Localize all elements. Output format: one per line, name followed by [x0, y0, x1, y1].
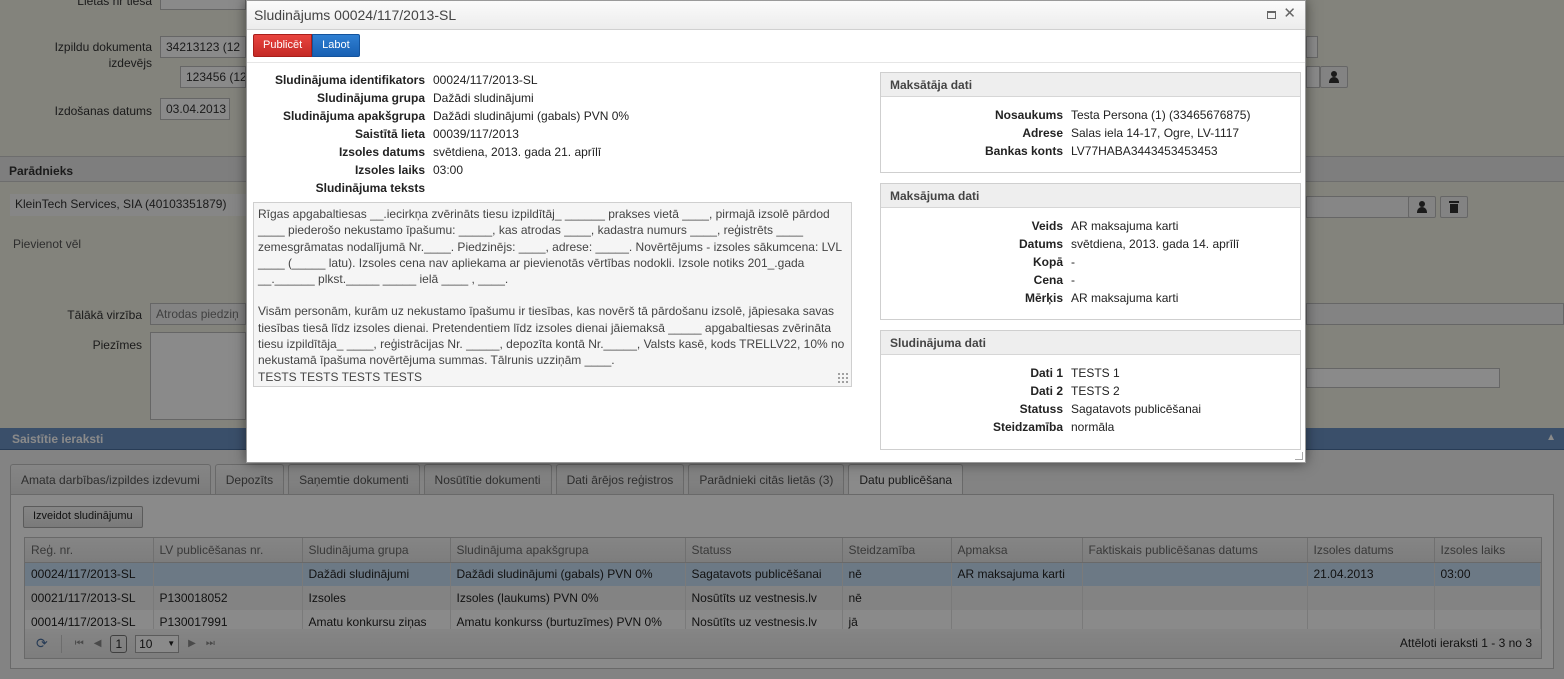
notice-text-row: Sludinājuma teksts [247, 179, 847, 197]
notice-subgroup-row: Sludinājuma apakšgrupa Dažādi sludinājum… [247, 107, 847, 125]
publish-button[interactable]: Publicēt [253, 34, 313, 57]
field-label: Kopā [1033, 255, 1063, 269]
close-icon[interactable]: ✕ [1283, 6, 1296, 21]
payment-total-row: Kopā - [881, 253, 1300, 271]
data-1-row: Dati 1 TESTS 1 [881, 364, 1300, 382]
auction-time-row: Izsoles laiks 03:00 [247, 161, 847, 179]
field-value: - [1071, 255, 1075, 269]
payment-price-row: Cena - [881, 271, 1300, 289]
status-row: Statuss Sagatavots publicēšanai [881, 400, 1300, 418]
field-value: - [1071, 273, 1075, 287]
field-label: Izsoles laiks [354, 163, 425, 177]
notice-text-area[interactable]: Rīgas apgabaltiesas __.iecirkņa zvērināt… [253, 202, 852, 387]
field-label: Bankas konts [984, 144, 1063, 158]
payment-date-row: Datums svētdiena, 2013. gada 14. aprīlī [881, 235, 1300, 253]
urgency-row: Steidzamība normāla [881, 418, 1300, 436]
panel-body: Veids AR maksajuma karti Datums svētdien… [881, 208, 1300, 313]
field-value: 03:00 [433, 163, 464, 177]
edit-button[interactable]: Labot [312, 34, 360, 57]
dialog-resize-handle[interactable] [1295, 452, 1303, 460]
field-label: Dati 1 [1030, 366, 1063, 380]
toolbar-divider [247, 62, 1305, 63]
payer-address-row: Adrese Salas iela 14-17, Ogre, LV-1117 [881, 124, 1300, 142]
field-value: svētdiena, 2013. gada 21. aprīlī [433, 145, 602, 159]
field-label: Sludinājuma apakšgrupa [282, 109, 425, 123]
field-value: Dažādi sludinājumi (gabals) PVN 0% [433, 109, 630, 123]
field-value: TESTS 2 [1071, 384, 1120, 398]
field-label: Statuss [1019, 402, 1063, 416]
field-label: Veids [1031, 219, 1063, 233]
field-value: LV77HABA3443453453453 [1071, 144, 1218, 158]
payer-name-row: Nosaukums Testa Persona (1) (33465676875… [881, 106, 1300, 124]
field-label: Mērķis [1024, 291, 1063, 305]
notice-info: Sludinājuma identifikators 00024/117/201… [247, 71, 847, 197]
data-2-row: Dati 2 TESTS 2 [881, 382, 1300, 400]
field-label: Izsoles datums [338, 145, 425, 159]
notice-text-paragraph: Visām personām, kurām uz nekustamo īpašu… [258, 304, 845, 368]
resize-grip-icon[interactable] [837, 372, 848, 383]
linked-case-link[interactable]: 00039/117/2013 [433, 127, 519, 141]
field-value: normāla [1071, 420, 1115, 434]
payer-data-panel: Maksātāja dati Nosaukums Testa Persona (… [880, 72, 1301, 173]
dialog-toolbar: Publicēt Labot [253, 34, 360, 57]
maximize-icon[interactable] [1267, 11, 1277, 19]
notice-group-row: Sludinājuma grupa Dažādi sludinājumi [247, 89, 847, 107]
field-value: 00024/117/2013-SL [433, 73, 538, 87]
payment-type-row: Veids AR maksajuma karti [881, 217, 1300, 235]
panel-body: Dati 1 TESTS 1 Dati 2 TESTS 2 Statuss Sa… [881, 355, 1300, 442]
notice-text-paragraph: Rīgas apgabaltiesas __.iecirkņa zvērināt… [258, 207, 842, 287]
field-value: svētdiena, 2013. gada 14. aprīlī [1071, 237, 1240, 251]
field-label: Sludinājuma identifikators [274, 73, 425, 87]
linked-case-row: Saistītā lieta 00039/117/2013 [247, 125, 847, 143]
field-label: Steidzamība [992, 420, 1063, 434]
field-label: Sludinājuma grupa [316, 91, 425, 105]
panel-title: Maksātāja dati [881, 73, 1300, 97]
field-label: Sludinājuma teksts [315, 181, 425, 195]
field-label: Datums [1018, 237, 1063, 251]
payer-name-link[interactable]: Testa Persona (1) (33465676875) [1071, 108, 1250, 122]
field-value: Sagatavots publicēšanai [1071, 402, 1202, 416]
field-label: Cena [1033, 273, 1063, 287]
field-label: Adrese [1022, 126, 1063, 140]
dialog-header[interactable]: Sludinājums 00024/117/2013-SL ✕ [247, 1, 1305, 30]
dialog-title: Sludinājums 00024/117/2013-SL [254, 7, 457, 23]
notice-text-paragraph: TESTS TESTS TESTS TESTS [258, 369, 423, 384]
panel-body: Nosaukums Testa Persona (1) (33465676875… [881, 97, 1300, 166]
field-value: Salas iela 14-17, Ogre, LV-1117 [1071, 126, 1240, 140]
notice-id-row: Sludinājuma identifikators 00024/117/201… [247, 71, 847, 89]
payer-bank-account-row: Bankas konts LV77HABA3443453453453 [881, 142, 1300, 160]
payment-data-panel: Maksājuma dati Veids AR maksajuma karti … [880, 183, 1301, 320]
field-label: Dati 2 [1030, 384, 1063, 398]
field-value: AR maksajuma karti [1071, 219, 1179, 233]
panel-title: Maksājuma dati [881, 184, 1300, 208]
dialog-controls: ✕ [1267, 6, 1296, 21]
notice-dialog: Sludinājums 00024/117/2013-SL ✕ Publicēt… [246, 0, 1306, 463]
field-value: AR maksajuma karti [1071, 291, 1179, 305]
field-label: Nosaukums [994, 108, 1063, 122]
panel-title: Sludinājuma dati [881, 331, 1300, 355]
field-value: TESTS 1 [1071, 366, 1120, 380]
field-label: Saistītā lieta [354, 127, 425, 141]
notice-data-panel: Sludinājuma dati Dati 1 TESTS 1 Dati 2 T… [880, 330, 1301, 450]
payment-purpose-row: Mērķis AR maksajuma karti [881, 289, 1300, 307]
auction-date-row: Izsoles datums svētdiena, 2013. gada 21.… [247, 143, 847, 161]
field-value: Dažādi sludinājumi [433, 91, 534, 105]
